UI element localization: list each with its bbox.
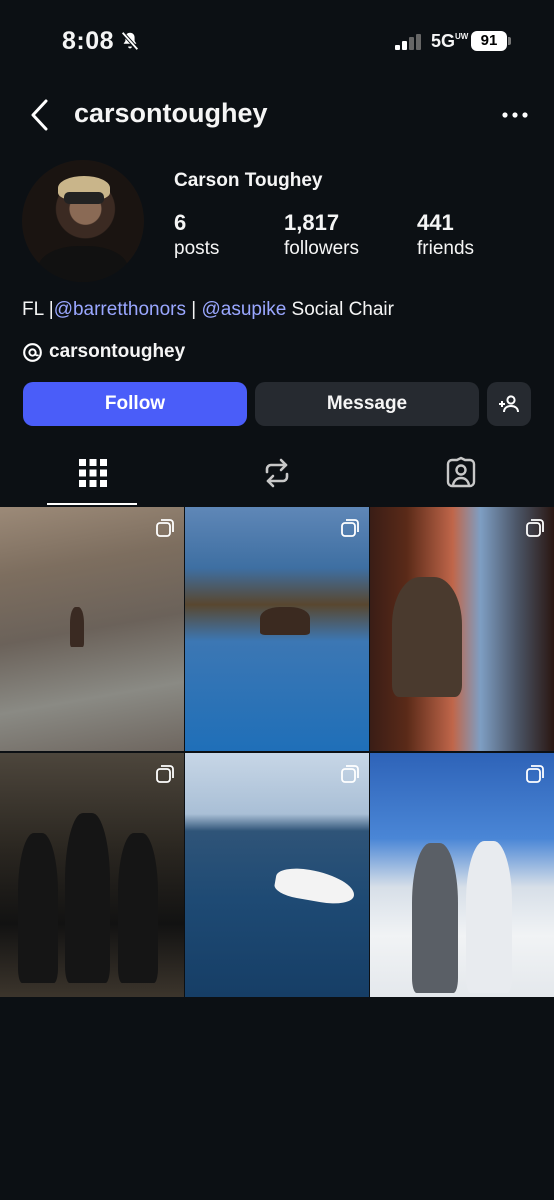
- post-thumbnail[interactable]: [185, 753, 369, 997]
- stat-followers-label: followers: [284, 238, 359, 259]
- back-chevron-icon[interactable]: [28, 98, 52, 132]
- reposts-icon[interactable]: [260, 456, 294, 490]
- post-figure: [18, 833, 58, 983]
- tab-selected-indicator: [47, 503, 137, 505]
- profile-full-name: Carson Toughey: [174, 170, 323, 191]
- status-bar: 8:08 5GUW 91: [0, 0, 554, 80]
- post-figure: [260, 607, 310, 635]
- stat-friends-label: friends: [417, 238, 475, 259]
- carousel-icon: [341, 519, 359, 537]
- suggested-users-button[interactable]: [487, 382, 531, 426]
- post-yacht: [273, 864, 357, 908]
- status-time: 8:08: [62, 27, 115, 55]
- stat-followers[interactable]: 1,817 followers: [284, 210, 359, 260]
- more-options-icon[interactable]: [500, 103, 530, 127]
- bio-mention-asupike[interactable]: @asupike: [201, 299, 286, 320]
- network-sup: UW: [455, 32, 469, 41]
- avatar-sunglasses: [64, 192, 104, 204]
- post-figure: [70, 607, 84, 647]
- stat-posts[interactable]: 6 posts: [174, 210, 219, 260]
- network-indicator: 5GUW: [431, 31, 469, 51]
- posts-grid: [0, 507, 554, 997]
- carousel-icon: [341, 765, 359, 783]
- bio-prefix: FL |: [22, 299, 54, 320]
- add-person-icon: [499, 395, 519, 413]
- stat-followers-count: 1,817: [284, 210, 340, 235]
- post-thumbnail[interactable]: [370, 753, 554, 997]
- post-thumbnail[interactable]: [185, 507, 369, 751]
- signal-icon: [395, 34, 421, 50]
- post-figure: [466, 841, 512, 993]
- stat-posts-count: 6: [174, 210, 187, 235]
- post-figure: [118, 833, 158, 983]
- threads-icon: [23, 343, 42, 362]
- follow-button[interactable]: Follow: [23, 382, 247, 426]
- battery-indicator: 91: [471, 31, 507, 51]
- carousel-icon: [156, 519, 174, 537]
- bell-slash-icon: [121, 31, 139, 51]
- stat-friends-count: 441: [417, 210, 454, 235]
- stat-friends[interactable]: 441 friends: [417, 210, 474, 260]
- threads-handle: carsontoughey: [49, 341, 186, 362]
- grid-icon[interactable]: [76, 456, 110, 490]
- stat-posts-label: posts: [174, 238, 220, 259]
- profile-username: carsontoughey: [74, 98, 268, 128]
- post-figure: [412, 843, 458, 993]
- message-button[interactable]: Message: [255, 382, 479, 426]
- tagged-icon[interactable]: [444, 456, 478, 490]
- bio-suffix: Social Chair: [286, 299, 394, 320]
- avatar-body: [38, 246, 128, 282]
- post-thumbnail[interactable]: [370, 507, 554, 751]
- carousel-icon: [526, 519, 544, 537]
- post-figure: [392, 577, 462, 697]
- bio-separator: |: [185, 299, 202, 320]
- post-thumbnail[interactable]: [0, 753, 184, 997]
- post-figure: [65, 813, 110, 983]
- post-thumbnail[interactable]: [0, 507, 184, 751]
- carousel-icon: [526, 765, 544, 783]
- profile-bio: FL |@barretthonors | @asupike Social Cha…: [22, 299, 394, 321]
- bio-mention-barretthonors[interactable]: @barretthonors: [54, 299, 186, 320]
- carousel-icon: [156, 765, 174, 783]
- avatar[interactable]: [22, 160, 144, 282]
- battery-cap: [508, 37, 511, 45]
